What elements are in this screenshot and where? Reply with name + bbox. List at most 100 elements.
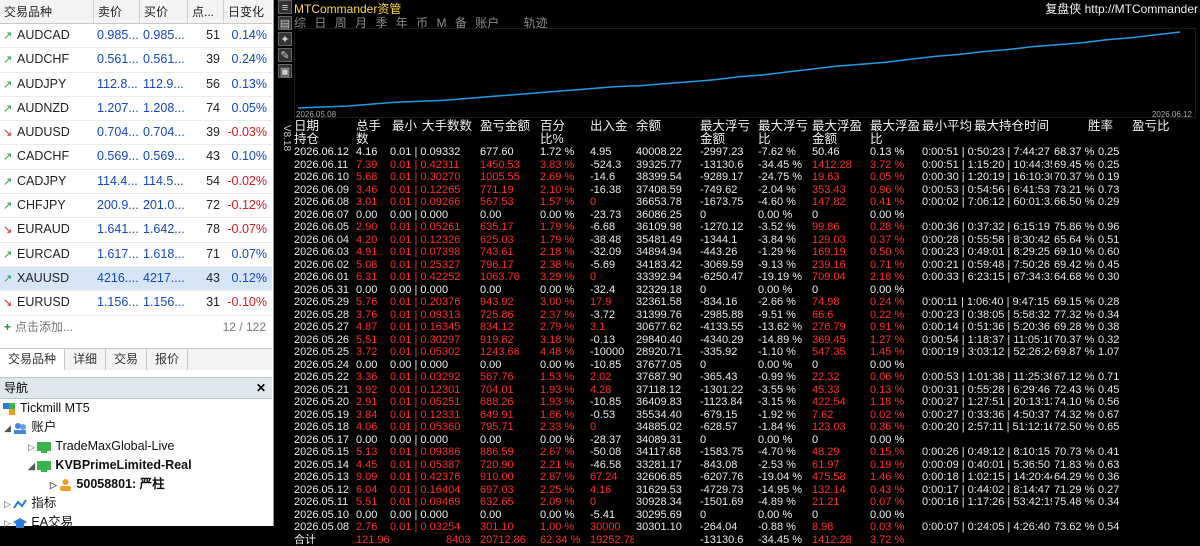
add-symbol-row[interactable]: +点击添加... 12 / 122 [0, 316, 272, 338]
cell-io: -32.09 [588, 246, 634, 259]
cell-pl: 567.76 [478, 371, 538, 384]
cell-pl: 0.00 [478, 209, 538, 222]
app-link[interactable]: 复盘侠 http://MTCommander [1045, 0, 1198, 17]
symbol-row[interactable]: ↗XAUUSD4216....4217....430.12% [0, 267, 272, 291]
menu-icon[interactable]: ≡ [278, 0, 292, 14]
symbol-row[interactable]: ↗CHFJPY200.9...201.0...72-0.12% [0, 194, 272, 218]
total-label: 合计 [294, 534, 354, 546]
tree-indicators[interactable]: ▷ 指标 [0, 494, 272, 513]
cell-trades: 404 [442, 484, 478, 497]
cell-pl-ratio: 0.25 [1096, 146, 1136, 159]
cell-pct: 2.33 % [538, 421, 588, 434]
spread-cell: 71 [188, 243, 224, 266]
col-spread-header[interactable]: 点... [188, 0, 224, 23]
cell-pct: 2.09 % [538, 496, 588, 509]
cell-float-loss-pct: -19.19 % [756, 271, 810, 284]
tree-account-1[interactable]: ▷ TradeMaxGlobal-Live [0, 437, 272, 456]
cell-min-max: 0.01 | 0.42 [390, 471, 442, 484]
cell-pl: 301.10 [478, 521, 538, 534]
col-symbol-header[interactable]: 交易品种 [0, 0, 94, 23]
tab-symbols[interactable]: 交易品种 [0, 349, 65, 370]
arrow-up-icon: ↗ [3, 244, 17, 266]
cell-pl: 1005.55 [478, 171, 538, 184]
ask-cell: 1.642... [140, 218, 188, 241]
cell-pl: 720.90 [478, 459, 538, 472]
symbol-row[interactable]: ↗AUDCAD0.985...0.985...510.14% [0, 24, 272, 48]
change-cell: 0.10% [224, 145, 272, 168]
navigator-tree: Tickmill MT5 ◢ 账户 ▷ TradeMaxGlobal-Live … [0, 399, 272, 532]
bid-cell: 114.4... [94, 170, 140, 193]
tree-account-2[interactable]: ◢ KVBPrimeLimited-Real [0, 456, 272, 475]
symbol-row[interactable]: ↗AUDJPY112.8...112.9...560.13% [0, 73, 272, 97]
symbol-row[interactable]: ↘EURUSD1.156...1.156...31-0.10% [0, 291, 272, 315]
tree-expert-advisors[interactable]: ▷ EA交易 [0, 513, 272, 532]
tree-account-2-label: KVBPrimeLimited-Real [55, 458, 191, 472]
cell-float-loss: -4340.29 [698, 334, 756, 347]
cell-hold-times: 0:00:20 | 2:57:11 | 51:12:16 [922, 421, 1052, 434]
version-label: V8.18 [281, 125, 292, 151]
cell-winrate [1052, 209, 1096, 222]
window-icon[interactable]: ▣ [278, 64, 292, 78]
total-float-loss: -13130.6 [698, 534, 756, 546]
cell-io: 0 [588, 421, 634, 434]
cell-date: 2026.06.05 [294, 221, 354, 234]
symbol-row[interactable]: ↗AUDCHF0.561...0.561...390.24% [0, 48, 272, 72]
symbol-row[interactable]: ↘AUDUSD0.704...0.704...39-0.03% [0, 121, 272, 145]
cell-min-max: 0.01 | 0.03 [390, 521, 442, 534]
col-ask-header[interactable]: 买价 [140, 0, 188, 23]
tab-trading[interactable]: 交易 [106, 349, 147, 370]
bid-cell: 112.8... [94, 73, 140, 96]
col-bid-header[interactable]: 卖价 [94, 0, 140, 23]
symbol-row[interactable]: ↗EURCAD1.617...1.618...710.07% [0, 243, 272, 267]
cell-min-max: 0.00 | 0.00 [390, 434, 442, 447]
tree-accounts[interactable]: ◢ 账户 [0, 418, 272, 437]
list-icon[interactable]: ▤ [278, 16, 292, 30]
cell-float-loss-pct: -4.89 % [756, 496, 810, 509]
cell-winrate: 69.42 % [1052, 259, 1096, 272]
expand-icon[interactable]: ▷ [4, 518, 13, 528]
close-icon[interactable]: ✕ [256, 378, 272, 398]
symbol-row[interactable]: ↘EURAUD1.641...1.642...78-0.07% [0, 218, 272, 242]
cell-trades: 265 [442, 184, 478, 197]
cell-float-profit: 66.6 [810, 309, 868, 322]
cell-float-profit-pct: 0.00 % [868, 284, 922, 297]
arrow-up-icon: ↗ [3, 146, 17, 168]
cell-float-profit-pct: 0.00 % [868, 359, 922, 372]
star-icon[interactable]: ✦ [278, 32, 292, 46]
symbol-row[interactable]: ↗CADCHF0.569...0.569...430.10% [0, 145, 272, 169]
hdr-float-loss-pct: 最大浮亏比 [756, 120, 810, 133]
cell-float-loss-pct: -3.55 % [756, 384, 810, 397]
cell-date: 2026.05.27 [294, 321, 354, 334]
cell-hold-times: 0:00:18 | 1:02:15 | 14:20:44 [922, 471, 1052, 484]
table-row: 2026.05.223.360.01 | 0.03292567.761.53 %… [294, 371, 1199, 384]
cell-min-max: 0.00 | 0.00 [390, 509, 442, 522]
cell-pl-ratio: 0.51 [1096, 234, 1136, 247]
cell-float-profit: 422.54 [810, 396, 868, 409]
cell-trades: 0 [442, 359, 478, 372]
cell-balance: 36086.25 [634, 209, 698, 222]
tree-root[interactable]: Tickmill MT5 [0, 399, 272, 418]
collapse-icon[interactable]: ◢ [28, 461, 37, 471]
cell-float-profit-pct: 0.05 % [868, 171, 922, 184]
collapse-icon[interactable]: ◢ [4, 423, 13, 433]
cell-io: 3.1 [588, 321, 634, 334]
left-panel: 交易品种 卖价 买价 点... 日变化 ↗AUDCAD0.985...0.985… [0, 0, 274, 526]
cell-min-max: 0.01 | 0.20 [390, 296, 442, 309]
expand-icon[interactable]: ▷ [28, 442, 37, 452]
tab-ticks[interactable]: 报价 [147, 349, 188, 370]
cell-float-profit: 48.29 [810, 446, 868, 459]
cell-float-loss-pct: 0.00 % [756, 359, 810, 372]
vertical-toolbar: ≡ ▤ ✦ ✎ ▣ [278, 0, 292, 120]
cell-float-loss-pct: -19.04 % [756, 471, 810, 484]
total-float-profit-pct: 3.72 % [868, 534, 922, 546]
cell-float-loss-pct: -1.10 % [756, 346, 810, 359]
symbol-row[interactable]: ↗CADJPY114.4...114.5...54-0.02% [0, 170, 272, 194]
arrow-up-icon: ↗ [3, 25, 17, 47]
expand-icon[interactable]: ▷ [4, 499, 13, 509]
symbol-row[interactable]: ↗AUDNZD1.207...1.208...740.05% [0, 97, 272, 121]
edit-icon[interactable]: ✎ [278, 48, 292, 62]
col-change-header[interactable]: 日变化 [224, 0, 272, 23]
tab-details[interactable]: 详细 [65, 349, 106, 370]
expand-icon[interactable]: ▷ [50, 480, 59, 490]
tree-account-user[interactable]: ▷ 50058801: 严柱 [0, 475, 272, 494]
